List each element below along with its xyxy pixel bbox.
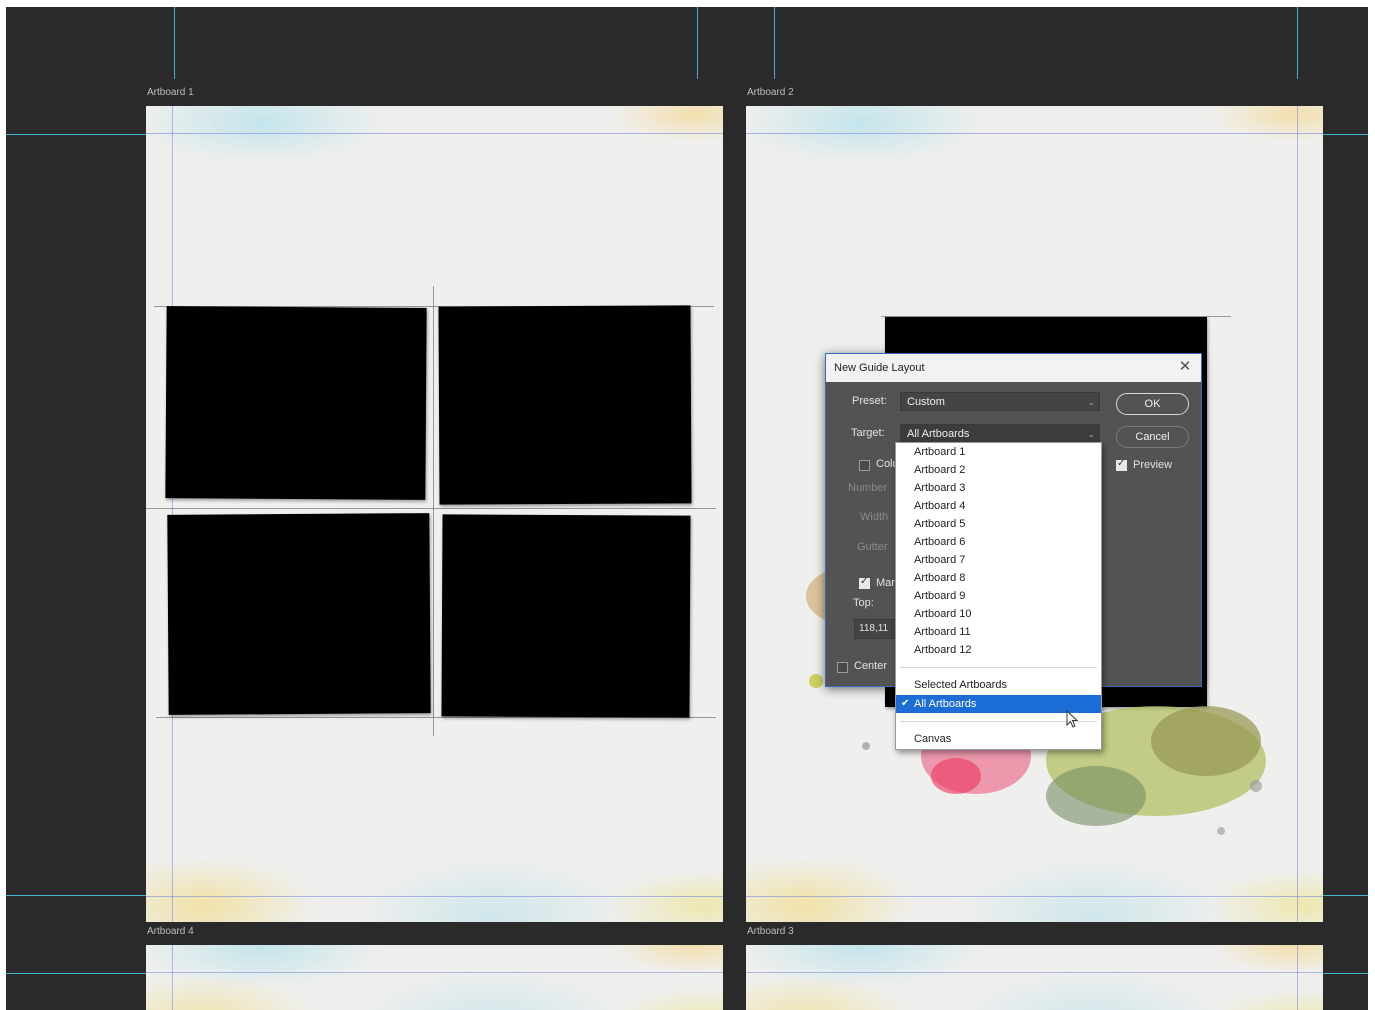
- dialog-titlebar[interactable]: New Guide Layout ✕: [826, 354, 1201, 382]
- canvas-guide[interactable]: [1323, 973, 1368, 974]
- dropdown-item-artboard-8[interactable]: Artboard 8: [896, 569, 1101, 587]
- dropdown-item-label: All Artboards: [914, 698, 977, 710]
- crop-line: [146, 508, 716, 509]
- margin-guide: [746, 972, 1323, 973]
- dropdown-item-artboard-2[interactable]: Artboard 2: [896, 461, 1101, 479]
- margin-guide: [746, 133, 1323, 134]
- target-value: All Artboards: [907, 428, 970, 440]
- margin-label: Mar: [876, 577, 895, 589]
- chevron-down-icon: ⌄: [1087, 397, 1095, 407]
- target-label: Target:: [851, 427, 885, 439]
- canvas-guide[interactable]: [1323, 895, 1368, 896]
- center-columns-checkbox[interactable]: [837, 662, 848, 673]
- dropdown-item-artboard-3[interactable]: Artboard 3: [896, 479, 1101, 497]
- artboard-3-label[interactable]: Artboard 3: [747, 926, 794, 937]
- width-label: Width: [860, 511, 889, 523]
- artboard-4[interactable]: [146, 945, 723, 1010]
- gutter-label: Gutter: [857, 541, 888, 553]
- dropdown-separator: [900, 667, 1097, 668]
- preview-label: Preview: [1133, 459, 1173, 471]
- preset-select[interactable]: Custom ⌄: [900, 392, 1100, 411]
- checkmark-icon: ✔: [901, 698, 910, 709]
- top-margin-input[interactable]: 118,11: [854, 619, 899, 639]
- margin-guide: [172, 945, 173, 1010]
- close-icon[interactable]: ✕: [1177, 358, 1193, 376]
- dropdown-item-canvas[interactable]: Canvas: [896, 730, 1101, 748]
- crop-line: [433, 286, 434, 736]
- preset-label: Preset:: [852, 395, 887, 407]
- dropdown-item-selected-artboards[interactable]: Selected Artboards: [896, 676, 1101, 694]
- artboard-3[interactable]: [746, 945, 1323, 1010]
- target-select[interactable]: All Artboards ⌄: [900, 424, 1100, 443]
- canvas-guide[interactable]: [774, 7, 775, 79]
- margin-guide: [146, 896, 723, 897]
- margin-guide: [1297, 106, 1298, 922]
- margin-checkbox[interactable]: [859, 576, 870, 589]
- photo-placeholder[interactable]: [438, 305, 692, 505]
- columns-checkbox[interactable]: [859, 460, 870, 471]
- margin-guide: [746, 896, 1323, 897]
- canvas-guide[interactable]: [6, 134, 146, 135]
- dropdown-item-artboard-10[interactable]: Artboard 10: [896, 605, 1101, 623]
- target-dropdown-list: Artboard 1 Artboard 2 Artboard 3 Artboar…: [895, 442, 1102, 750]
- artboard-4-label[interactable]: Artboard 4: [147, 926, 194, 937]
- margin-guide: [146, 133, 723, 134]
- dropdown-item-artboard-4[interactable]: Artboard 4: [896, 497, 1101, 515]
- artboard-1[interactable]: [146, 106, 723, 922]
- mouse-pointer-icon: [1066, 710, 1079, 728]
- artboard-1-label[interactable]: Artboard 1: [147, 87, 194, 98]
- ok-button[interactable]: OK: [1116, 393, 1189, 415]
- canvas-guide[interactable]: [6, 973, 146, 974]
- preset-value: Custom: [907, 396, 945, 408]
- canvas-guide[interactable]: [1323, 134, 1368, 135]
- dialog-title: New Guide Layout: [834, 362, 925, 374]
- dropdown-item-artboard-11[interactable]: Artboard 11: [896, 623, 1101, 641]
- dropdown-item-artboard-7[interactable]: Artboard 7: [896, 551, 1101, 569]
- dropdown-item-artboard-1[interactable]: Artboard 1: [896, 443, 1101, 461]
- top-margin-label: Top:: [853, 597, 874, 609]
- preview-checkbox[interactable]: [1116, 458, 1127, 471]
- photo-placeholder[interactable]: [167, 513, 431, 715]
- canvas-guide[interactable]: [697, 7, 698, 79]
- dropdown-item-artboard-12[interactable]: Artboard 12: [896, 641, 1101, 659]
- margin-guide: [146, 972, 723, 973]
- number-label: Number: [848, 482, 888, 494]
- canvas-guide[interactable]: [6, 895, 146, 896]
- canvas-guide[interactable]: [174, 7, 175, 79]
- photo-placeholder[interactable]: [165, 306, 427, 500]
- dropdown-item-artboard-6[interactable]: Artboard 6: [896, 533, 1101, 551]
- artboard-2-label[interactable]: Artboard 2: [747, 87, 794, 98]
- cancel-button[interactable]: Cancel: [1116, 426, 1189, 448]
- center-label: Center: [854, 660, 888, 672]
- photo-placeholder[interactable]: [441, 514, 691, 718]
- dropdown-item-artboard-5[interactable]: Artboard 5: [896, 515, 1101, 533]
- margin-guide: [1297, 945, 1298, 1010]
- dropdown-item-artboard-9[interactable]: Artboard 9: [896, 587, 1101, 605]
- canvas-guide[interactable]: [1297, 7, 1298, 79]
